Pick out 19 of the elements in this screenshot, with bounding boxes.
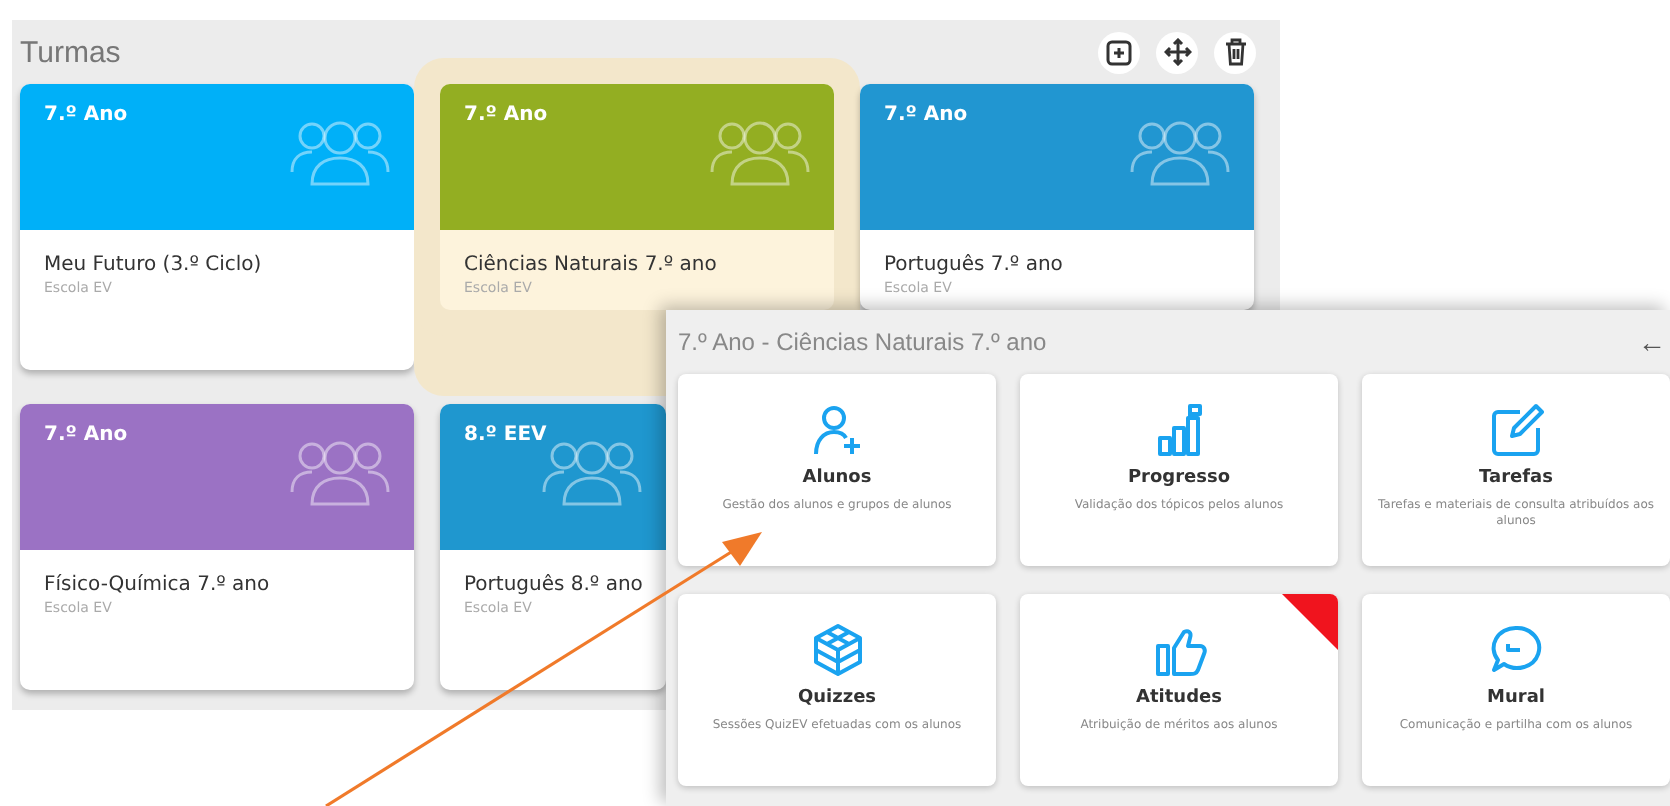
tile-title: Progresso [1127,468,1231,488]
back-button[interactable]: ← [1638,326,1666,358]
class-name: Ciências Naturais 7.º ano [464,254,719,276]
class-grade: 7.º Ano [44,424,130,446]
class-grade: 7.º Ano [884,104,970,126]
tile-title: Alunos [802,468,872,488]
class-name: Português 8.º ano [464,574,645,596]
class-name: Físico-Química 7.º ano [44,574,272,596]
class-grade: 7.º Ano [464,104,550,126]
tile-title: Tarefas [1479,468,1553,488]
class-name: Português 7.º ano [884,254,1065,276]
menu-title: 7.º Ano - Ciências Naturais 7.º ano [678,328,1047,356]
class-name: Meu Futuro (3.º Ciclo) [44,254,264,276]
tile-title: Quizzes [797,688,877,708]
class-grade: 8.º EEV [464,424,549,446]
tile-title: Mural [1487,688,1545,708]
class-grade: 7.º Ano [44,104,130,126]
tile-title: Atitudes [1136,688,1222,708]
panel-title: Turmas [20,35,121,69]
